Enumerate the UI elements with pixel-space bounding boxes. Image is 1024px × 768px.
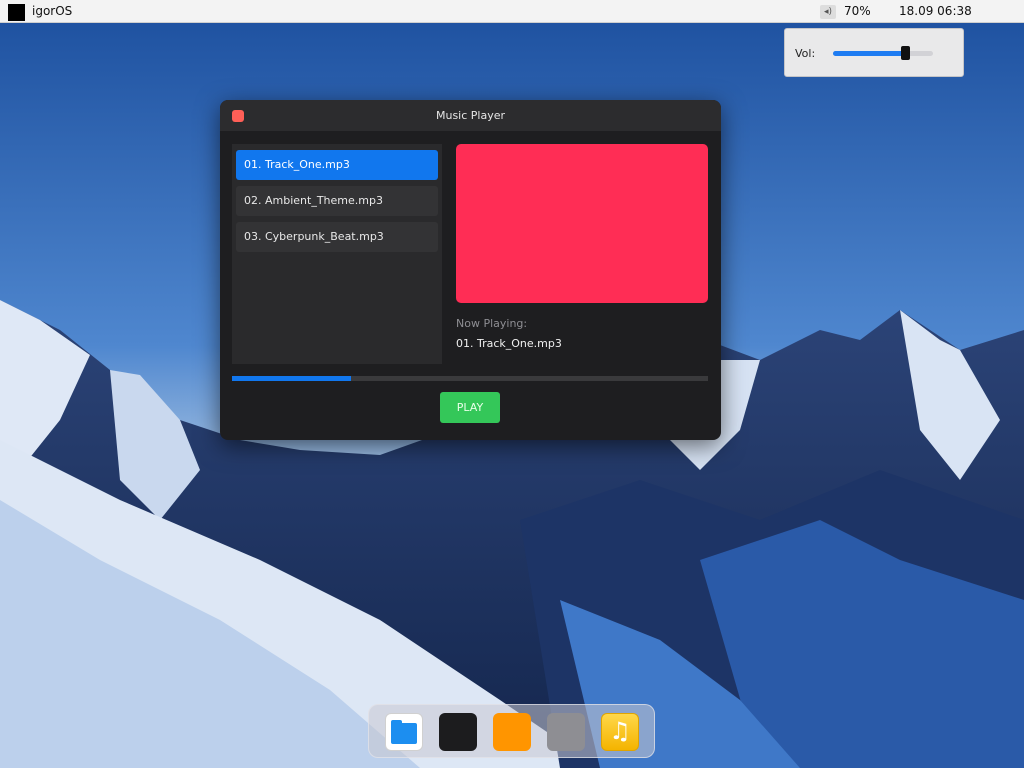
speaker-icon[interactable]: ◂) — [820, 5, 836, 19]
now-playing-label: Now Playing: — [456, 317, 528, 330]
menu-bar: igorOS ◂) 70% 18.09 06:38 — [0, 0, 1024, 23]
album-art — [456, 144, 708, 303]
playlist: 01. Track_One.mp3 02. Ambient_Theme.mp3 … — [232, 144, 442, 364]
playlist-item-label: 03. Cyberpunk_Beat.mp3 — [244, 230, 384, 243]
music-note-glyph: ♫ — [609, 717, 631, 745]
window-titlebar[interactable]: Music Player — [220, 100, 721, 131]
folder-icon[interactable] — [385, 713, 423, 751]
music-player-window: Music Player 01. Track_One.mp3 02. Ambie… — [220, 100, 721, 440]
window-title: Music Player — [435, 109, 506, 122]
clock: 18.09 06:38 — [899, 4, 972, 18]
terminal-icon[interactable] — [439, 713, 477, 751]
volume-popup: Vol: — [784, 28, 964, 77]
progress-bar[interactable] — [232, 376, 708, 381]
folder-body — [391, 723, 417, 744]
gray-app-icon[interactable] — [547, 713, 585, 751]
volume-percent[interactable]: 70% — [844, 4, 871, 18]
music-note-icon[interactable]: ♫ — [601, 713, 639, 751]
volume-label: Vol: — [795, 47, 816, 60]
volume-slider-fill — [833, 51, 905, 56]
os-name[interactable]: igorOS — [32, 4, 72, 18]
progress-bar-fill — [232, 376, 351, 381]
now-playing-track: 01. Track_One.mp3 — [456, 337, 562, 350]
playlist-item[interactable]: 02. Ambient_Theme.mp3 — [236, 186, 438, 216]
playlist-item-label: 02. Ambient_Theme.mp3 — [244, 194, 383, 207]
volume-slider-knob[interactable] — [901, 46, 910, 60]
os-logo-icon[interactable] — [8, 4, 25, 21]
playlist-item[interactable]: 03. Cyberpunk_Beat.mp3 — [236, 222, 438, 252]
dock: ♫ — [368, 704, 655, 758]
orange-app-icon[interactable] — [493, 713, 531, 751]
playlist-item-label: 01. Track_One.mp3 — [244, 158, 350, 171]
volume-slider[interactable] — [833, 46, 933, 60]
playlist-item[interactable]: 01. Track_One.mp3 — [236, 150, 438, 180]
play-button[interactable]: PLAY — [440, 392, 500, 423]
